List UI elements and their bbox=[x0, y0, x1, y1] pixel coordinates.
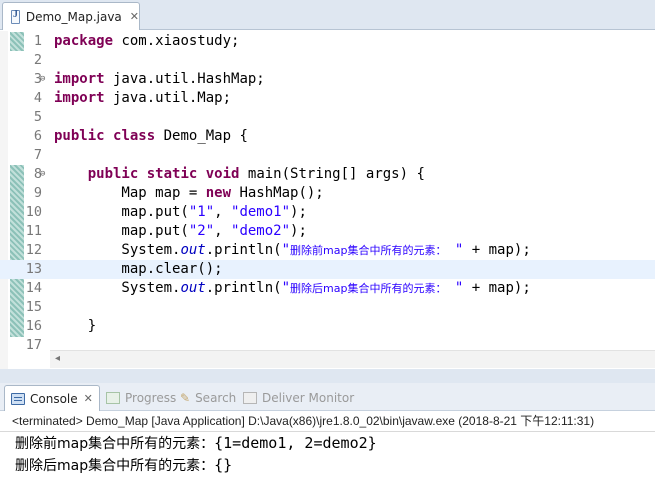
line-number: 15 bbox=[25, 299, 42, 315]
editor-tab-demo-map[interactable]: J Demo_Map.java ✕ bbox=[2, 2, 140, 30]
console-output-line: 删除前map集合中所有的元素：{1=demo1, 2=demo2} bbox=[15, 432, 377, 454]
code-line[interactable]: 13 map.clear(); bbox=[0, 260, 655, 279]
tab-console-label: Console bbox=[30, 391, 78, 406]
code-text: Map map = new HashMap(); bbox=[54, 185, 324, 201]
code-line[interactable]: 15 bbox=[0, 298, 655, 317]
line-number: 16 bbox=[25, 318, 42, 334]
fold-collapse-icon[interactable]: ⊖ bbox=[40, 165, 45, 184]
line-number: 17 bbox=[25, 337, 42, 353]
line-number: 7 bbox=[33, 147, 42, 163]
deliver-monitor-icon bbox=[243, 392, 257, 404]
editor-tab-label: Demo_Map.java bbox=[25, 9, 122, 24]
code-text: map.put("2", "demo2"); bbox=[54, 223, 307, 239]
tab-deliver-label: Deliver Monitor bbox=[262, 391, 355, 405]
line-number: 5 bbox=[33, 109, 42, 125]
code-text: public class Demo_Map { bbox=[54, 128, 248, 144]
code-line[interactable]: 9 Map map = new HashMap(); bbox=[0, 184, 655, 203]
console-output-value: {} bbox=[214, 456, 233, 474]
code-line[interactable]: 12 System.out.println("删除前map集合中所有的元素： "… bbox=[0, 241, 655, 260]
fold-collapse-icon[interactable]: ⊖ bbox=[40, 70, 45, 89]
console-output-text: 删除前map集合中所有的元素： bbox=[15, 436, 215, 452]
tab-console[interactable]: Console ✕ bbox=[4, 385, 100, 411]
code-text: public static void main(String[] args) { bbox=[87, 166, 425, 182]
code-line[interactable]: 3 ⊖ import java.util.HashMap; bbox=[0, 70, 655, 89]
view-separator bbox=[0, 369, 655, 383]
code-line[interactable]: 2 bbox=[0, 51, 655, 70]
line-number: 12 bbox=[25, 242, 42, 258]
code-line[interactable]: 7 bbox=[0, 146, 655, 165]
code-text: import java.util.Map; bbox=[54, 90, 232, 106]
code-line[interactable]: 5 bbox=[0, 108, 655, 127]
line-number: 2 bbox=[33, 52, 42, 68]
code-line[interactable]: 10 map.put("1", "demo1"); bbox=[0, 203, 655, 222]
scroll-left-icon[interactable]: ◂ bbox=[55, 353, 60, 364]
console-process-label: <terminated> Demo_Map [Java Application]… bbox=[12, 414, 595, 428]
tab-search-label: Search bbox=[195, 391, 237, 405]
code-line[interactable]: 14 System.out.println("删除后map集合中所有的元素： "… bbox=[0, 279, 655, 298]
code-line[interactable]: 11 map.put("2", "demo2"); bbox=[0, 222, 655, 241]
code-text: } bbox=[54, 318, 97, 334]
code-text: import java.util.HashMap; bbox=[54, 71, 265, 87]
line-number: 6 bbox=[33, 128, 42, 144]
code-text: map.put("1", "demo1"); bbox=[54, 204, 307, 220]
tab-search[interactable]: ✎ Search bbox=[180, 387, 236, 409]
console-output-line: 删除后map集合中所有的元素：{} bbox=[15, 454, 232, 476]
code-text: package com.xiaostudy; bbox=[54, 33, 240, 49]
console-icon bbox=[11, 392, 25, 405]
line-number: 11 bbox=[25, 223, 42, 239]
code-text: System.out.println("删除前map集合中所有的元素： " + … bbox=[54, 242, 531, 258]
code-text: map.clear(); bbox=[54, 261, 223, 277]
line-number: 14 bbox=[25, 280, 42, 296]
search-icon: ✎ bbox=[180, 391, 191, 405]
line-number: 1 bbox=[33, 33, 42, 49]
java-file-icon: J bbox=[11, 9, 20, 24]
tab-progress[interactable]: Progress bbox=[106, 387, 176, 409]
code-line[interactable]: 16 } bbox=[0, 317, 655, 336]
code-editor[interactable]: 1 package com.xiaostudy; 2 3 ⊖ import java.ut… bbox=[0, 31, 655, 369]
tab-progress-label: Progress bbox=[125, 391, 177, 405]
horizontal-scrollbar[interactable]: ◂ bbox=[50, 350, 655, 368]
line-number: 10 bbox=[25, 204, 42, 220]
line-number: 4 bbox=[33, 90, 42, 106]
tab-deliver-monitor[interactable]: Deliver Monitor bbox=[243, 387, 354, 409]
close-icon[interactable]: ✕ bbox=[84, 392, 93, 405]
progress-icon bbox=[106, 392, 120, 404]
close-icon[interactable]: ✕ bbox=[130, 10, 139, 23]
editor-tab-bar: J Demo_Map.java ✕ bbox=[0, 0, 655, 30]
console-tab-bar: Console ✕ Progress ✎ Search Deliver Moni… bbox=[0, 383, 655, 411]
code-line[interactable]: 4 import java.util.Map; bbox=[0, 89, 655, 108]
code-line[interactable]: 1 package com.xiaostudy; bbox=[0, 32, 655, 51]
console-output-text: 删除后map集合中所有的元素： bbox=[15, 458, 215, 474]
console-output-value: {1=demo1, 2=demo2} bbox=[214, 434, 377, 452]
line-number: 13 bbox=[25, 261, 42, 277]
code-text: System.out.println("删除后map集合中所有的元素： " + … bbox=[54, 280, 531, 296]
line-number: 9 bbox=[33, 185, 42, 201]
code-line[interactable]: 6 public class Demo_Map { bbox=[0, 127, 655, 146]
code-line[interactable]: 8 ⊖ public static void main(String[] args… bbox=[0, 165, 655, 184]
